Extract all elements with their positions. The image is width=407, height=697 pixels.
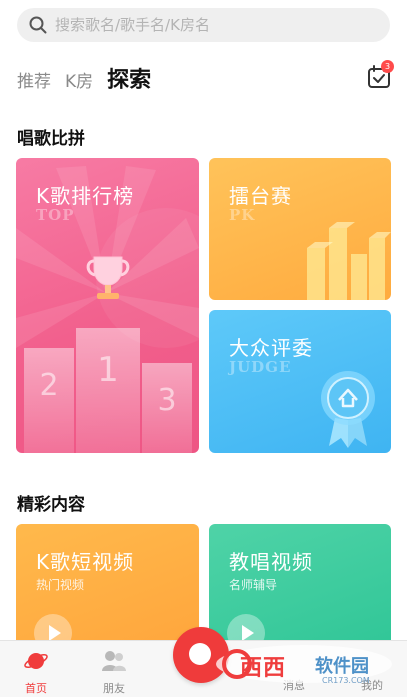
section-title-featured: 精彩内容 bbox=[17, 495, 85, 515]
watermark-url: CR173.COM bbox=[322, 676, 370, 685]
planet-icon bbox=[24, 653, 48, 669]
podium-label-third: 3 bbox=[157, 383, 177, 418]
watermark-brand-suffix: 软件园 bbox=[315, 656, 369, 677]
short-video-title: K歌短视频 bbox=[36, 550, 135, 574]
ranking-ghost-text: TOP bbox=[36, 206, 75, 224]
tab-explore[interactable]: 探索 bbox=[107, 62, 151, 94]
trophy-icon bbox=[86, 256, 130, 299]
teaching-video-subtitle: 名师辅导 bbox=[229, 578, 278, 592]
search-input[interactable] bbox=[55, 16, 355, 34]
tab-home-label: 首页 bbox=[25, 682, 47, 695]
watermark-brand: 西西 bbox=[240, 656, 287, 681]
podium-second: 2 bbox=[24, 348, 74, 453]
judge-title: 大众评委 bbox=[229, 336, 313, 360]
medal-icon bbox=[321, 371, 375, 448]
short-video-subtitle: 热门视频 bbox=[36, 578, 85, 592]
section-title-battle: 唱歌比拼 bbox=[17, 129, 85, 149]
tab-friends-label: 朋友 bbox=[103, 682, 125, 695]
tab-k-room[interactable]: K房 bbox=[65, 67, 93, 92]
arena-title: 擂台赛 bbox=[229, 184, 292, 208]
notification-badge: 3 bbox=[381, 60, 394, 73]
tab-home[interactable]: 首页 bbox=[6, 649, 66, 696]
podium-third: 3 bbox=[142, 363, 192, 453]
judge-card[interactable]: 大众评委 JUDGE bbox=[209, 310, 391, 453]
top-tabs: 推荐 K房 探索 bbox=[17, 62, 165, 94]
podium-label-second: 2 bbox=[39, 368, 59, 403]
search-bar[interactable] bbox=[17, 8, 390, 42]
blocks-decoration bbox=[307, 222, 391, 300]
teaching-video-title: 教唱视频 bbox=[229, 550, 313, 574]
search-icon bbox=[29, 16, 47, 34]
podium-label-first: 1 bbox=[97, 350, 119, 390]
tab-recommend[interactable]: 推荐 bbox=[17, 67, 51, 92]
tab-friends[interactable]: 朋友 bbox=[84, 649, 144, 696]
friends-icon bbox=[102, 651, 126, 671]
arena-ghost-text: PK bbox=[229, 206, 256, 224]
judge-ghost-text: JUDGE bbox=[229, 358, 292, 376]
ranking-title: K歌排行榜 bbox=[36, 184, 135, 208]
arena-card[interactable]: 擂台赛 PK bbox=[209, 158, 391, 300]
ranking-card[interactable]: K歌排行榜 TOP 2 1 3 bbox=[16, 158, 199, 453]
podium-first: 1 bbox=[76, 328, 140, 453]
